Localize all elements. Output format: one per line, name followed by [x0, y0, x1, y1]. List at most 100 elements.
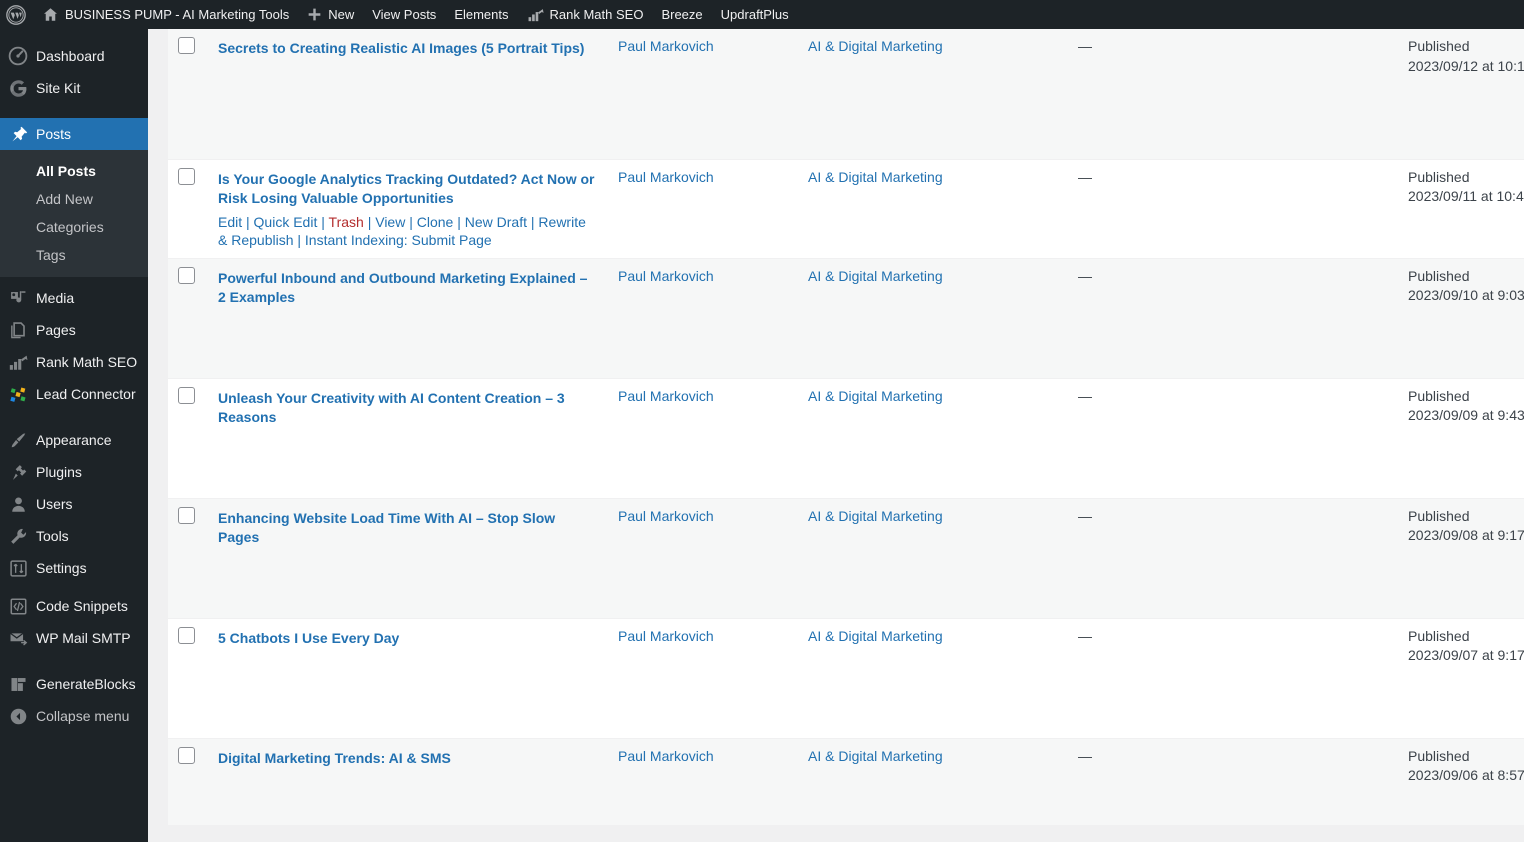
- post-date-cell: Published 2023/09/12 at 10:16 am: [1398, 29, 1524, 160]
- post-title-link[interactable]: Enhancing Website Load Time With AI – St…: [218, 510, 555, 546]
- post-author-link[interactable]: Paul Markovich: [618, 268, 714, 284]
- row-select-checkbox[interactable]: [178, 626, 195, 644]
- row-select-checkbox[interactable]: [178, 506, 195, 524]
- post-title-link[interactable]: 5 Chatbots I Use Every Day: [218, 630, 399, 646]
- post-status: Published: [1408, 168, 1470, 185]
- sidebar-item-users[interactable]: Users: [0, 488, 148, 520]
- table-row[interactable]: Unleash Your Creativity with AI Content …: [168, 378, 1524, 499]
- row-select-checkbox[interactable]: [178, 746, 195, 764]
- collapse-arrow-icon: [0, 707, 36, 726]
- post-title-link[interactable]: Digital Marketing Trends: AI & SMS: [218, 750, 451, 766]
- sidebar-item-pages[interactable]: Pages: [0, 314, 148, 346]
- sidebar-item-site-kit[interactable]: Site Kit: [0, 72, 148, 104]
- table-row[interactable]: 5 Chatbots I Use Every Day Paul Markovich…: [168, 618, 1524, 739]
- adminbar-site-name-label: BUSINESS PUMP - AI Marketing Tools: [65, 7, 290, 22]
- post-title-link[interactable]: Secrets to Creating Realistic AI Images …: [218, 40, 584, 56]
- sidebar-item-appearance[interactable]: Appearance: [0, 424, 148, 456]
- post-comments-count: —: [1078, 267, 1092, 284]
- post-category-link[interactable]: AI & Digital Marketing: [808, 388, 943, 404]
- adminbar-wordpress-logo[interactable]: [0, 0, 33, 29]
- sidebar-subitem-add-new[interactable]: Add New: [0, 185, 148, 213]
- post-title-cell: Secrets to Creating Realistic AI Images …: [208, 29, 608, 160]
- sidebar-item-media[interactable]: Media: [0, 282, 148, 314]
- sidebar-item-wp-mail-smtp[interactable]: WP Mail SMTP: [0, 622, 148, 654]
- row-action-clone[interactable]: Clone: [417, 214, 454, 230]
- sidebar-item-dashboard[interactable]: Dashboard: [0, 40, 148, 72]
- adminbar-breeze[interactable]: Breeze: [652, 0, 711, 29]
- post-category-link[interactable]: AI & Digital Marketing: [808, 508, 943, 524]
- post-comments-count: —: [1078, 627, 1092, 644]
- sidebar-item-settings[interactable]: Settings: [0, 552, 148, 584]
- post-category-link[interactable]: AI & Digital Marketing: [808, 38, 943, 54]
- sidebar-subitem-all-posts[interactable]: All Posts: [0, 157, 148, 185]
- row-action-separator: |: [527, 213, 539, 230]
- table-row[interactable]: Is Your Google Analytics Tracking Outdat…: [168, 159, 1524, 259]
- row-select-checkbox[interactable]: [178, 386, 195, 404]
- post-comments-count: —: [1078, 507, 1092, 524]
- post-categories-cell: AI & Digital Marketing: [798, 618, 1068, 739]
- adminbar-updraftplus[interactable]: UpdraftPlus: [712, 0, 798, 29]
- post-comments-cell: —: [1068, 159, 1148, 259]
- post-title-cell: Digital Marketing Trends: AI & SMS: [208, 738, 608, 826]
- post-category-link[interactable]: AI & Digital Marketing: [808, 169, 943, 185]
- row-select-checkbox[interactable]: [178, 266, 195, 284]
- sidebar-item-settings-label: Settings: [36, 560, 87, 576]
- posts-list-body: Secrets to Creating Realistic AI Images …: [168, 29, 1524, 826]
- post-title-link[interactable]: Unleash Your Creativity with AI Content …: [218, 390, 565, 426]
- post-date-value: 2023/09/12 at 10:16 am: [1408, 57, 1524, 74]
- post-title-link[interactable]: Powerful Inbound and Outbound Marketing …: [218, 270, 587, 306]
- post-date-cell: Published 2023/09/09 at 9:43 am: [1398, 378, 1524, 499]
- row-action-quick-edit[interactable]: Quick Edit: [254, 214, 318, 230]
- post-author-link[interactable]: Paul Markovich: [618, 508, 714, 524]
- post-author-link[interactable]: Paul Markovich: [618, 628, 714, 644]
- sidebar-item-tools[interactable]: Tools: [0, 520, 148, 552]
- post-title-link[interactable]: Is Your Google Analytics Tracking Outdat…: [218, 171, 595, 207]
- row-action-trash[interactable]: Trash: [329, 214, 364, 230]
- row-select-cell: [168, 378, 208, 499]
- post-category-link[interactable]: AI & Digital Marketing: [808, 628, 943, 644]
- rank-math-icon: [527, 8, 544, 22]
- table-row[interactable]: Secrets to Creating Realistic AI Images …: [168, 29, 1524, 160]
- row-action-edit[interactable]: Edit: [218, 214, 242, 230]
- post-author-link[interactable]: Paul Markovich: [618, 388, 714, 404]
- post-date-value: 2023/09/08 at 9:17 am: [1408, 527, 1524, 544]
- post-author-link[interactable]: Paul Markovich: [618, 38, 714, 54]
- post-date-value: 2023/09/10 at 9:03 am: [1408, 287, 1524, 304]
- post-category-link[interactable]: AI & Digital Marketing: [808, 748, 943, 764]
- adminbar-rank-math-seo[interactable]: Rank Math SEO: [518, 0, 653, 29]
- sidebar-item-lead-connector[interactable]: Lead Connector: [0, 378, 148, 410]
- post-comments-cell: —: [1068, 258, 1148, 379]
- sidebar-item-plugins[interactable]: Plugins: [0, 456, 148, 488]
- adminbar-view-posts[interactable]: View Posts: [363, 0, 445, 29]
- generateblocks-icon: [0, 675, 36, 694]
- sidebar-item-posts[interactable]: Posts: [0, 118, 156, 150]
- post-categories-cell: AI & Digital Marketing: [798, 498, 1068, 619]
- adminbar-new-content[interactable]: New: [298, 0, 363, 29]
- sidebar-item-code-snippets-label: Code Snippets: [36, 598, 128, 614]
- row-action-new-draft[interactable]: New Draft: [465, 214, 527, 230]
- row-select-cell: [168, 498, 208, 619]
- row-select-checkbox[interactable]: [178, 167, 195, 185]
- table-row[interactable]: Powerful Inbound and Outbound Marketing …: [168, 258, 1524, 379]
- rank-math-icon: [0, 354, 36, 371]
- adminbar-site-name[interactable]: BUSINESS PUMP - AI Marketing Tools: [33, 0, 298, 29]
- table-row[interactable]: Digital Marketing Trends: AI & SMS Paul M…: [168, 738, 1524, 826]
- sidebar-subitem-categories[interactable]: Categories: [0, 213, 148, 241]
- post-category-link[interactable]: AI & Digital Marketing: [808, 268, 943, 284]
- sidebar-subitem-tags[interactable]: Tags: [0, 241, 148, 269]
- row-select-checkbox[interactable]: [178, 37, 195, 54]
- sidebar-separator: [0, 104, 148, 118]
- sidebar-item-rank-math-seo[interactable]: Rank Math SEO: [0, 346, 148, 378]
- post-author-link[interactable]: Paul Markovich: [618, 169, 714, 185]
- sidebar-item-generateblocks[interactable]: GenerateBlocks: [0, 668, 148, 700]
- collapse-menu-button[interactable]: Collapse menu: [0, 700, 148, 732]
- post-author-link[interactable]: Paul Markovich: [618, 748, 714, 764]
- pages-icon: [0, 321, 36, 340]
- row-action-view[interactable]: View: [375, 214, 405, 230]
- sidebar-item-code-snippets[interactable]: Code Snippets: [0, 590, 148, 622]
- row-action-instant-indexing[interactable]: Instant Indexing: Submit Page: [305, 232, 492, 248]
- table-row[interactable]: Enhancing Website Load Time With AI – St…: [168, 498, 1524, 619]
- adminbar-elements[interactable]: Elements: [445, 0, 517, 29]
- post-date-value: 2023/09/09 at 9:43 am: [1408, 407, 1524, 424]
- settings-sliders-icon: [0, 559, 36, 578]
